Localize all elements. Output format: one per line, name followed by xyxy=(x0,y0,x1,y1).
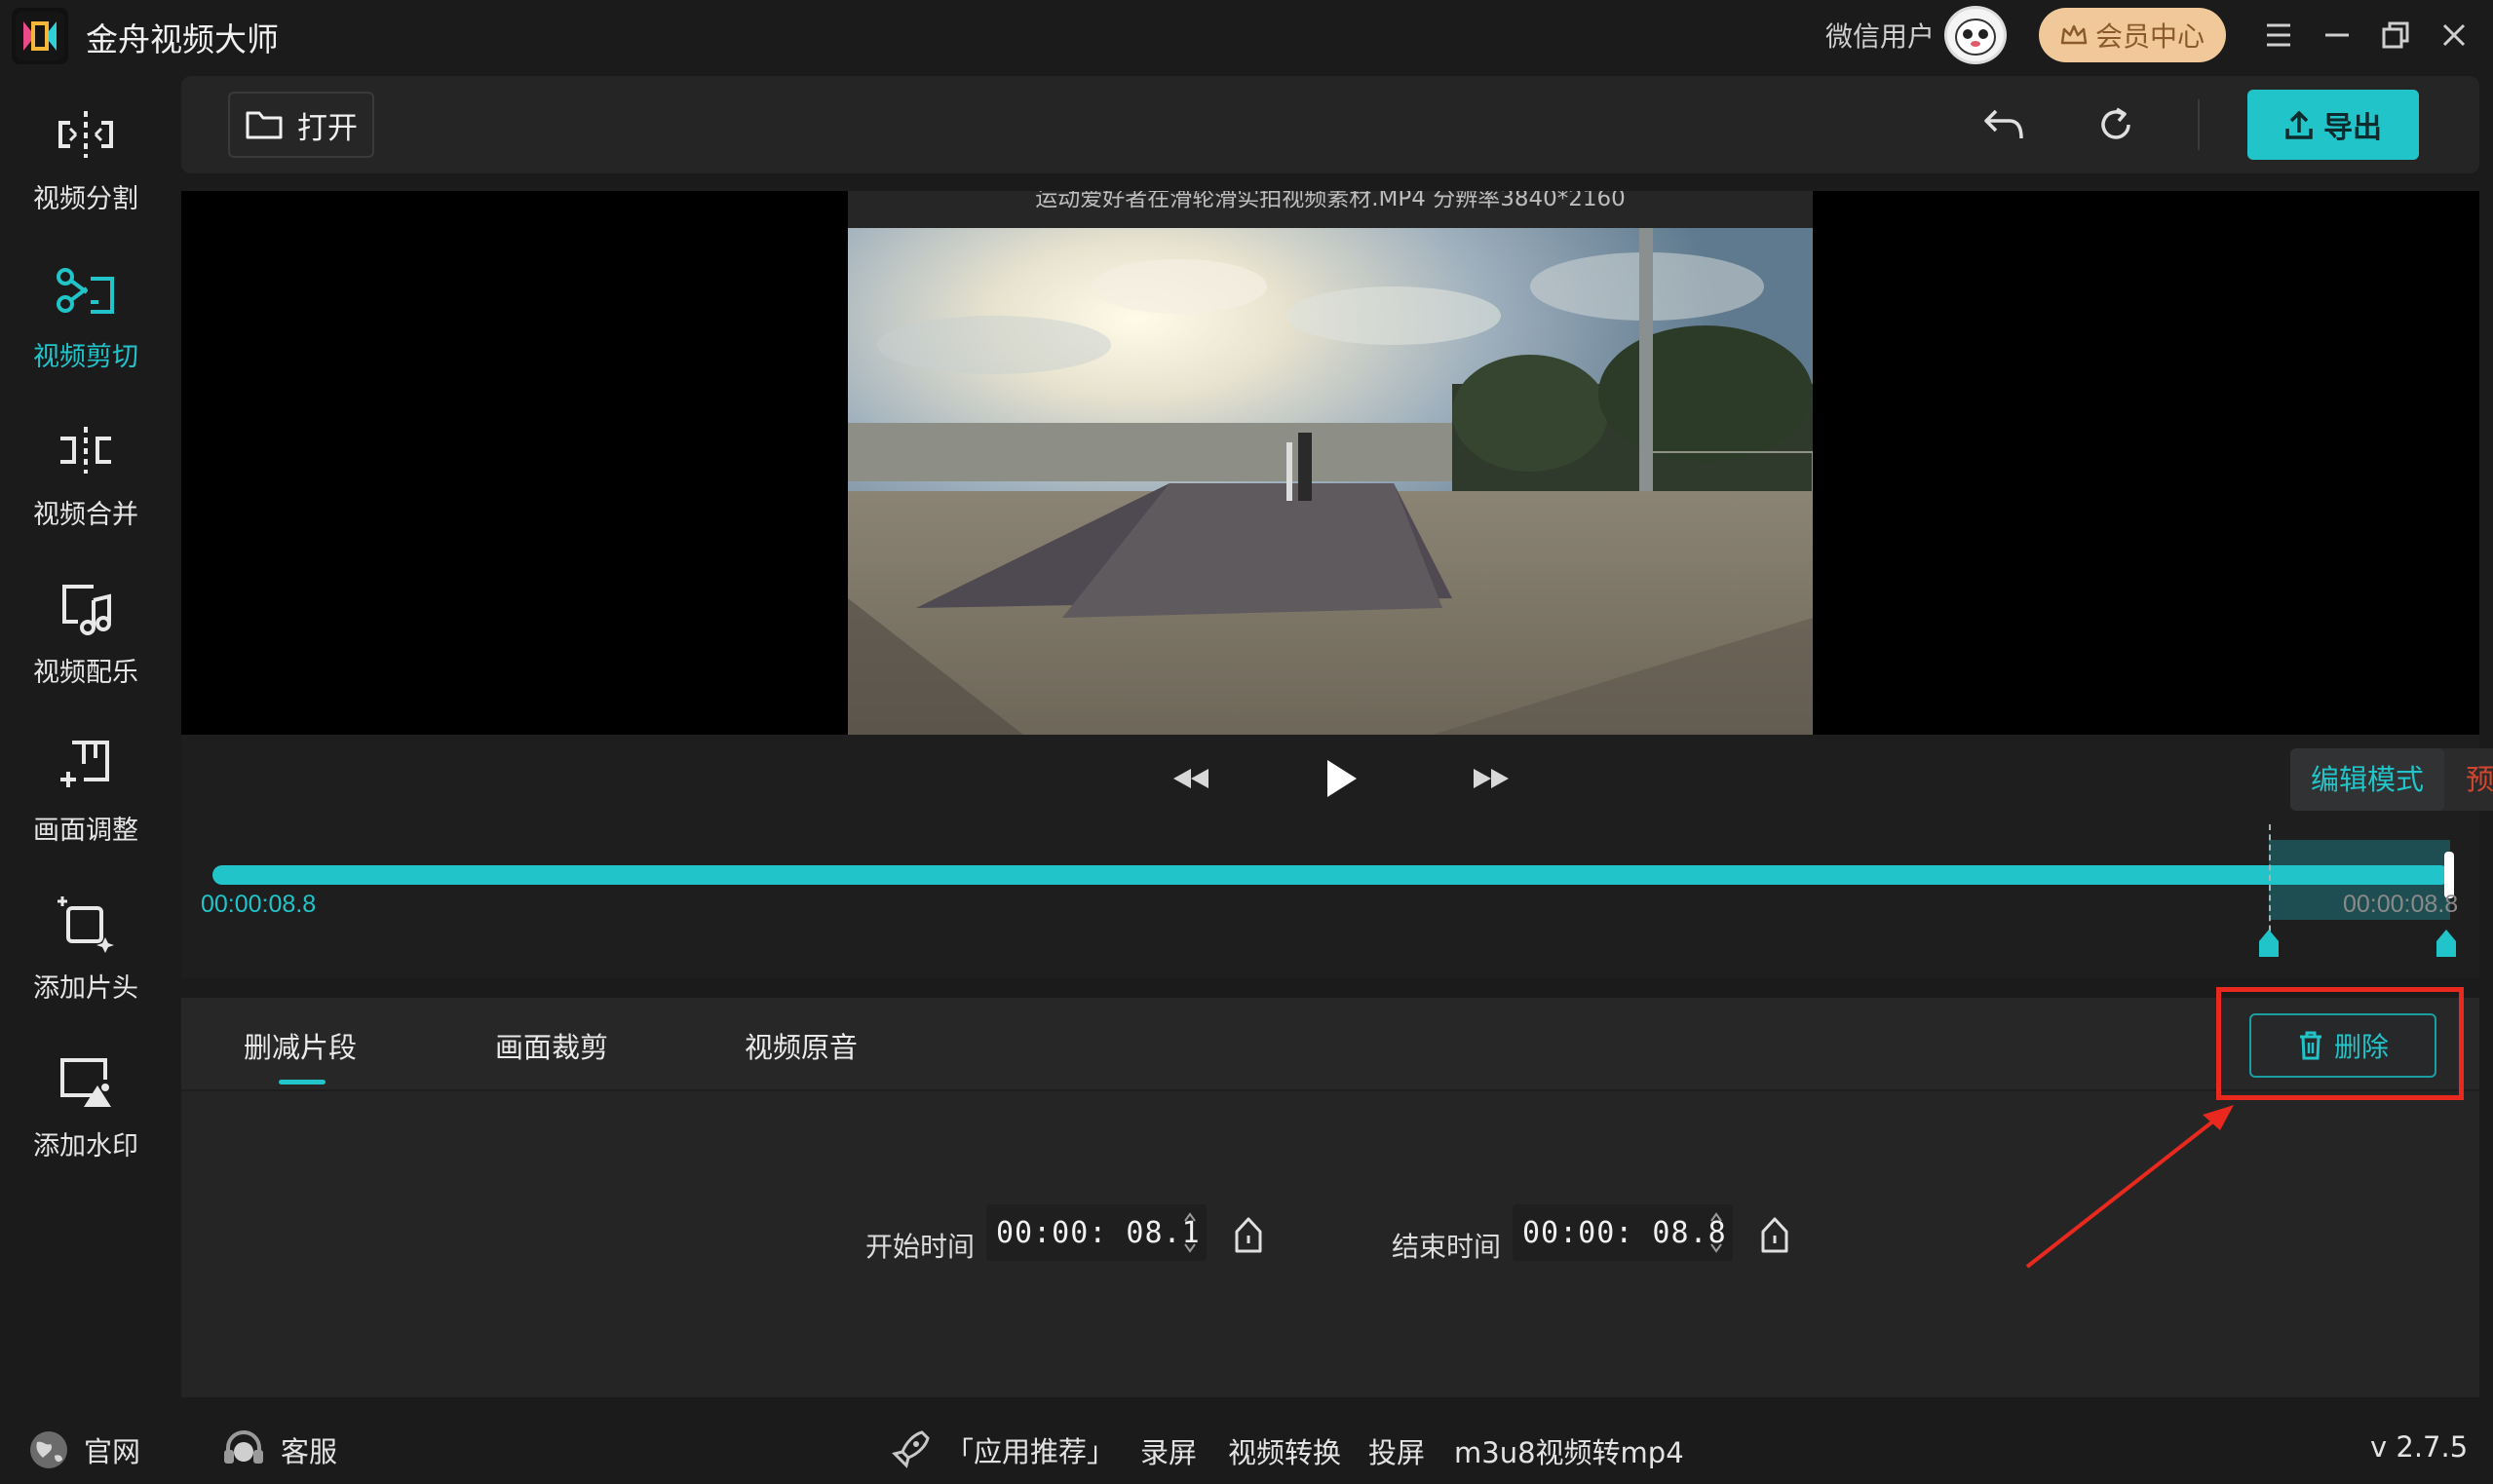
headset-icon xyxy=(220,1428,267,1471)
footer-link-record[interactable]: 录屏 xyxy=(1140,1430,1197,1471)
version-label: v 2.7.5 xyxy=(2370,1430,2469,1464)
video-preview: 运动爱好者在滑轮滑实拍视频素材.MP4 分辨率3840*2160 xyxy=(181,191,2479,735)
app-window: 金舟视频大师 微信用户 会员中心 视频分割 视频剪切 视频合并 视频配乐 画面调… xyxy=(0,0,2493,1484)
sidebar-item-label: 视频合并 xyxy=(33,500,138,530)
tab-crop[interactable]: 画面裁剪 xyxy=(495,1025,608,1066)
minimize-icon[interactable] xyxy=(2316,14,2359,57)
sidebar-item-split[interactable]: 视频分割 xyxy=(0,78,172,234)
sidebar-item-label: 画面调整 xyxy=(33,816,138,846)
crown-icon xyxy=(2060,23,2088,47)
sidebar-item-adjust[interactable]: 画面调整 xyxy=(0,709,172,865)
sidebar-item-label: 视频配乐 xyxy=(33,658,138,688)
active-tab-indicator xyxy=(279,1080,326,1084)
start-time-label: 开始时间 xyxy=(865,1231,976,1263)
intro-icon xyxy=(51,889,121,959)
end-marker-lock-icon[interactable] xyxy=(1758,1216,1791,1255)
annotation-arrow-icon xyxy=(2025,1105,2234,1269)
preview-mode-button[interactable]: 预览模式 xyxy=(2444,748,2493,811)
playback-area: 编辑模式 预览模式 00:00:08.8 00:00:08.8 xyxy=(181,735,2493,978)
end-time-value: 00:00: 08.8 xyxy=(1522,1215,1727,1250)
start-time-value: 00:00: 08.1 xyxy=(996,1215,1201,1250)
support-label: 客服 xyxy=(281,1435,338,1468)
highlight-annotation xyxy=(2216,987,2464,1100)
sidebar-item-label: 添加水印 xyxy=(33,1131,138,1161)
export-button[interactable]: 导出 xyxy=(2247,90,2419,160)
rocket-icon xyxy=(889,1428,932,1471)
end-time: 00:00:08.8 xyxy=(2343,891,2459,918)
music-icon xyxy=(51,573,121,643)
edit-mode-button[interactable]: 编辑模式 xyxy=(2290,748,2444,811)
footer-link-cast[interactable]: 投屏 xyxy=(1368,1430,1425,1471)
current-time: 00:00:08.8 xyxy=(201,891,317,918)
avatar[interactable] xyxy=(1944,6,2007,64)
tab-trim-segment[interactable]: 删减片段 xyxy=(244,1025,357,1066)
start-time-stepper[interactable] xyxy=(1183,1212,1197,1253)
split-icon xyxy=(51,99,121,170)
vip-label: 会员中心 xyxy=(2094,20,2205,53)
vip-center-button[interactable]: 会员中心 xyxy=(2039,8,2226,62)
app-title: 金舟视频大师 xyxy=(86,20,279,58)
start-marker-lock-icon[interactable] xyxy=(1232,1216,1265,1255)
video-frame: 运动爱好者在滑轮滑实拍视频素材.MP4 分辨率3840*2160 xyxy=(848,191,1813,735)
footer-link-convert[interactable]: 视频转换 xyxy=(1228,1430,1341,1471)
sidebar-item-label: 视频分割 xyxy=(33,184,138,214)
selection-start-line xyxy=(2269,824,2271,941)
end-time-input[interactable]: 00:00: 08.8 xyxy=(1513,1204,1733,1261)
folder-icon xyxy=(245,108,284,141)
open-button[interactable]: 打开 xyxy=(228,92,374,158)
footer: 官网 客服 「应用推荐」 录屏 视频转换 投屏 m3u8视频转mp4 v 2.7… xyxy=(0,1403,2493,1484)
merge-icon xyxy=(51,415,121,485)
sidebar-item-cut[interactable]: 视频剪切 xyxy=(0,236,172,392)
footer-link-m3u8[interactable]: m3u8视频转mp4 xyxy=(1454,1430,1684,1471)
sidebar-item-music[interactable]: 视频配乐 xyxy=(0,552,172,707)
end-time-stepper[interactable] xyxy=(1709,1212,1723,1253)
support-link[interactable]: 客服 xyxy=(220,1428,337,1471)
sidebar-item-label: 视频剪切 xyxy=(33,342,138,372)
app-logo-icon xyxy=(12,8,68,64)
timeline-track[interactable] xyxy=(212,865,2450,885)
end-marker-icon[interactable] xyxy=(2435,930,2457,959)
recommend-label: 「应用推荐」 xyxy=(945,1435,1116,1468)
toolbar: 打开 导出 xyxy=(181,76,2479,173)
title-bar: 金舟视频大师 微信用户 会员中心 xyxy=(0,0,2493,70)
watermark-icon xyxy=(51,1046,121,1117)
scissors-icon xyxy=(51,257,121,327)
mode-toggle: 编辑模式 预览模式 xyxy=(2290,748,2493,811)
export-label: 导出 xyxy=(2323,111,2382,145)
toolbar-divider xyxy=(2198,99,2200,150)
globe-icon xyxy=(27,1428,70,1471)
fast-forward-icon[interactable] xyxy=(1462,754,1520,803)
website-link[interactable]: 官网 xyxy=(27,1428,140,1471)
panel-tabs: 删减片段 画面裁剪 视频原音 删除 xyxy=(181,998,2479,1091)
sidebar-item-label: 添加片头 xyxy=(33,973,138,1004)
sidebar: 视频分割 视频剪切 视频合并 视频配乐 画面调整 添加片头 添加水印 xyxy=(0,78,172,1403)
play-icon[interactable] xyxy=(1312,746,1370,811)
adjust-icon xyxy=(51,731,121,801)
sidebar-item-intro[interactable]: 添加片头 xyxy=(0,867,172,1023)
upload-icon xyxy=(2284,109,2314,140)
app-recommend[interactable]: 「应用推荐」 xyxy=(889,1428,1115,1471)
video-caption: 运动爱好者在滑轮滑实拍视频素材.MP4 分辨率3840*2160 xyxy=(848,191,1813,228)
sidebar-item-merge[interactable]: 视频合并 xyxy=(0,394,172,550)
undo-icon[interactable] xyxy=(1976,97,2031,152)
close-icon[interactable] xyxy=(2433,14,2475,57)
website-label: 官网 xyxy=(84,1435,141,1468)
video-thumbnail xyxy=(848,228,1813,735)
menu-icon[interactable] xyxy=(2257,14,2300,57)
end-time-label: 结束时间 xyxy=(1392,1231,1502,1263)
start-time-input[interactable]: 00:00: 08.1 xyxy=(986,1204,1207,1261)
user-name[interactable]: 微信用户 xyxy=(1825,16,1935,55)
rewind-icon[interactable] xyxy=(1162,754,1220,803)
tab-original-audio[interactable]: 视频原音 xyxy=(745,1025,858,1066)
sidebar-item-watermark[interactable]: 添加水印 xyxy=(0,1025,172,1181)
restore-icon[interactable] xyxy=(2374,14,2417,57)
start-marker-icon[interactable] xyxy=(2258,930,2280,959)
open-label: 打开 xyxy=(297,110,358,146)
redo-icon[interactable] xyxy=(2090,97,2144,152)
